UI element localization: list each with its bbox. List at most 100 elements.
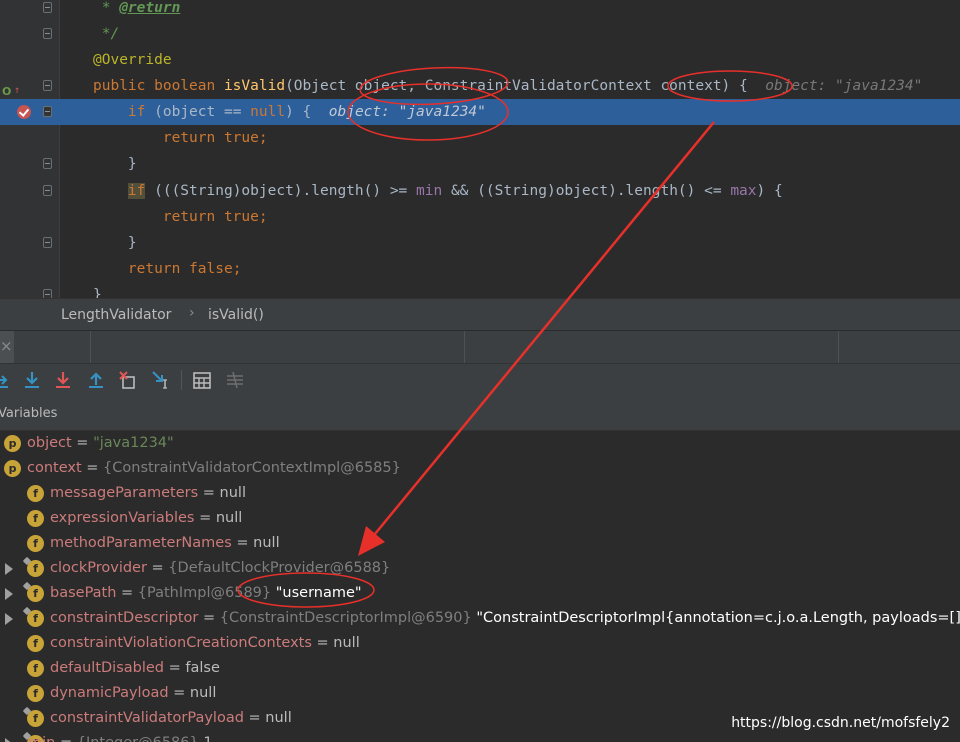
debugger-tab-bar: × xyxy=(0,330,960,364)
fold-marker-icon[interactable] xyxy=(43,106,52,117)
fold-marker-icon[interactable] xyxy=(43,28,52,39)
code-line: } xyxy=(0,151,960,177)
variable-name: expressionVariables xyxy=(50,510,195,526)
code-line: return true; xyxy=(0,125,960,151)
code-line-current-execution: if (object == null) { object: "java1234" xyxy=(0,99,960,125)
variable-row[interactable]: f messageParameters = null xyxy=(0,481,960,506)
fold-marker-icon[interactable] xyxy=(43,80,52,91)
variable-name: context xyxy=(27,460,82,476)
expand-triangle-icon[interactable] xyxy=(5,563,13,575)
parameter-icon: p xyxy=(4,460,21,477)
keyword-boolean: boolean xyxy=(154,78,224,94)
variable-row[interactable]: p object = "java1234" xyxy=(0,431,960,456)
equals-sign: = xyxy=(231,535,254,551)
equals-sign: = xyxy=(116,585,138,601)
variable-row[interactable]: f min = {Integer@6586} 1 xyxy=(0,731,960,742)
variable-row[interactable]: f methodParameterNames = null xyxy=(0,531,960,556)
variable-row[interactable]: f defaultDisabled = false xyxy=(0,656,960,681)
variable-name: messageParameters xyxy=(50,485,199,501)
equals-sign: = xyxy=(243,710,266,726)
chevron-right-icon: › xyxy=(189,305,195,321)
field-icon: f xyxy=(27,560,44,577)
field-min: min xyxy=(416,183,443,199)
variable-row[interactable]: p context = {ConstraintValidatorContextI… xyxy=(0,456,960,481)
variable-row[interactable]: f basePath = {PathImpl@6589} "username" xyxy=(0,581,960,606)
doc-comment-end: */ xyxy=(93,26,120,42)
keyword-return: return xyxy=(162,130,224,146)
variable-value: "ConstraintDescriptorImpl{annotation=c.j… xyxy=(471,610,960,626)
variable-type: {PathImpl@6589} xyxy=(137,585,272,601)
semicolon: ; xyxy=(232,261,242,277)
variable-row[interactable]: f clockProvider = {DefaultClockProvider@… xyxy=(0,556,960,581)
fold-marker-icon[interactable] xyxy=(43,185,52,196)
code-line-method-signature: O ↑ public boolean isValid(Object object… xyxy=(0,73,960,99)
method-name: isValid xyxy=(223,78,286,94)
variable-name: object xyxy=(27,435,72,451)
close-icon[interactable]: × xyxy=(0,337,13,355)
length-check: && ((String)object).length() <= xyxy=(442,183,731,199)
variable-row[interactable]: f constraintDescriptor = {ConstraintDesc… xyxy=(0,606,960,631)
breadcrumb: LengthValidator › isValid() xyxy=(0,298,960,331)
equals-sign: = xyxy=(71,435,94,451)
variable-name: dynamicPayload xyxy=(50,685,169,701)
variable-value: null xyxy=(215,510,243,526)
code-editor[interactable]: * @return */ @Override O ↑ public boolea… xyxy=(0,0,960,300)
equals-sign: = xyxy=(55,735,76,742)
toolbar-separator xyxy=(181,370,182,390)
run-to-cursor-icon[interactable] xyxy=(151,370,171,390)
fold-marker-icon[interactable] xyxy=(43,237,52,248)
variable-row[interactable]: f constraintViolationCreationContexts = … xyxy=(0,631,960,656)
tab-divider xyxy=(90,331,91,364)
keyword-false: false xyxy=(189,261,233,277)
variable-type: {DefaultClockProvider@6588} xyxy=(168,560,391,576)
tab-divider xyxy=(464,331,465,364)
code-line: @Override xyxy=(0,47,960,73)
fold-marker-icon[interactable] xyxy=(43,2,52,13)
variable-name: constraintValidatorPayload xyxy=(50,710,244,726)
breakpoint-icon[interactable] xyxy=(17,105,31,119)
keyword-if: if xyxy=(127,183,146,199)
variable-value: null xyxy=(333,635,360,651)
close-brace: } xyxy=(127,235,137,251)
field-icon: f xyxy=(27,485,44,502)
variable-name: constraintDescriptor xyxy=(50,610,199,626)
equals-sign: = xyxy=(164,660,186,676)
step-over-icon[interactable] xyxy=(22,370,42,390)
keyword-public: public xyxy=(93,78,155,94)
watermark: https://blog.csdn.net/mofsfely2 xyxy=(731,715,950,731)
show-execution-point-icon[interactable] xyxy=(0,370,14,390)
breadcrumb-class[interactable]: LengthValidator xyxy=(61,307,171,323)
doc-tag: @return xyxy=(119,0,181,16)
expand-triangle-icon[interactable] xyxy=(5,588,13,600)
variable-name: constraintViolationCreationContexts xyxy=(50,635,312,651)
variable-name: defaultDisabled xyxy=(50,660,165,676)
variable-value: null xyxy=(265,710,292,726)
method-params: (Object object, ConstraintValidatorConte… xyxy=(285,78,748,94)
code-line: return true; xyxy=(0,204,960,230)
variable-row[interactable]: f dynamicPayload = null xyxy=(0,681,960,706)
step-into-icon[interactable] xyxy=(53,370,73,390)
keyword-null: null xyxy=(250,104,286,120)
step-out-icon[interactable] xyxy=(86,370,106,390)
equals-sign: = xyxy=(81,460,104,476)
expand-triangle-icon[interactable] xyxy=(5,738,13,742)
evaluate-expression-icon[interactable] xyxy=(192,370,212,390)
drop-frame-icon[interactable] xyxy=(118,370,138,390)
field-icon: f xyxy=(27,635,44,652)
keyword-if: if xyxy=(127,104,155,120)
inline-value-hint: object: "java1234" xyxy=(765,78,923,94)
breadcrumb-method[interactable]: isValid() xyxy=(208,307,264,323)
field-icon: f xyxy=(27,535,44,552)
expand-triangle-icon[interactable] xyxy=(5,613,13,625)
code-line: } xyxy=(0,230,960,256)
fold-marker-icon[interactable] xyxy=(43,158,52,169)
variables-tree[interactable]: p object = "java1234" p context = {Const… xyxy=(0,431,960,742)
variable-name: methodParameterNames xyxy=(50,535,232,551)
variables-panel-header: Variables xyxy=(0,397,960,431)
variable-value: null xyxy=(219,485,246,501)
variable-type: {ConstraintValidatorContextImpl@6585} xyxy=(103,460,401,476)
variable-name: clockProvider xyxy=(50,560,147,576)
variable-row[interactable]: f expressionVariables = null xyxy=(0,506,960,531)
field-icon: f xyxy=(27,610,44,627)
trace-stream-icon[interactable] xyxy=(225,370,245,390)
